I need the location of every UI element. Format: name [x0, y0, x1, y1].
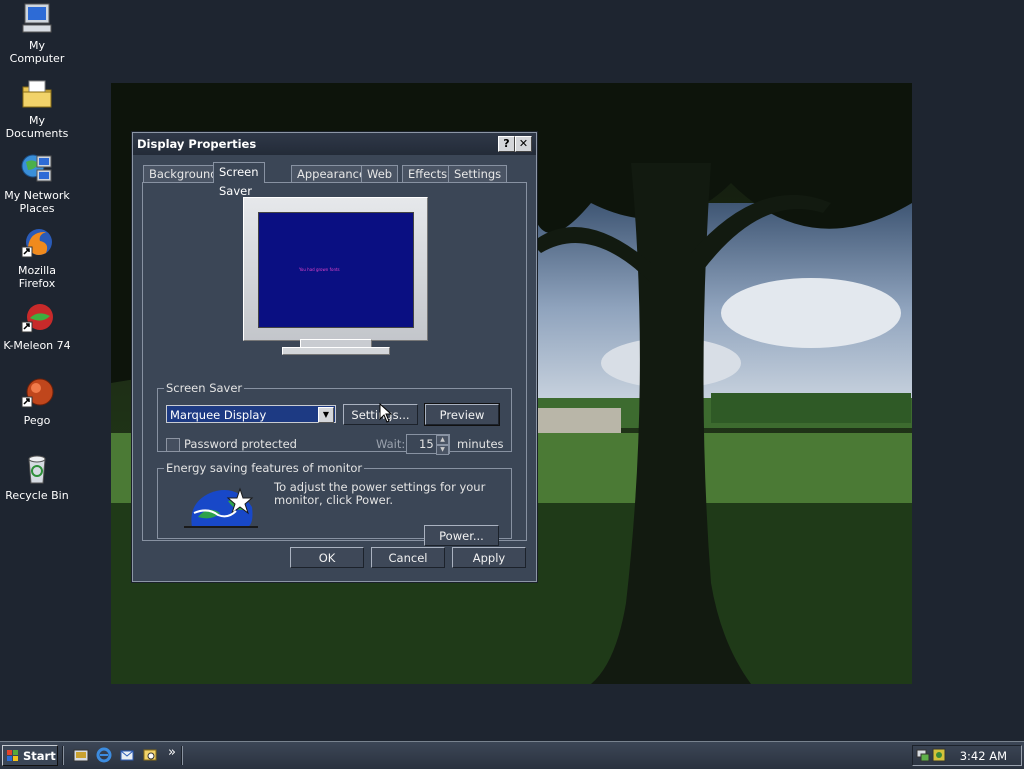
- desktop-icon-my-documents[interactable]: My Documents: [0, 77, 74, 140]
- minutes-label: minutes: [457, 437, 504, 451]
- taskbar: Start » 3:42 AM: [0, 741, 1024, 769]
- desktop-icon-label: My Documents: [5, 114, 69, 140]
- dialog-titlebar[interactable]: Display Properties ? ✕: [133, 133, 536, 155]
- power-button[interactable]: Power...: [424, 525, 499, 546]
- close-button[interactable]: ✕: [515, 136, 532, 152]
- tab-background[interactable]: Background: [143, 165, 224, 183]
- wait-value: 15: [419, 437, 434, 451]
- start-label: Start: [23, 749, 56, 763]
- network-tray-icon[interactable]: [916, 748, 930, 762]
- show-desktop-icon[interactable]: [73, 747, 89, 763]
- screen-saver-select[interactable]: Marquee Display ▼: [166, 405, 336, 423]
- preview-marquee-text: You had grown fonts: [299, 267, 340, 272]
- wait-spin-buttons[interactable]: ▲ ▼: [436, 435, 449, 455]
- start-button[interactable]: Start: [2, 745, 58, 766]
- help-button[interactable]: ?: [498, 136, 515, 152]
- preview-button[interactable]: Preview: [425, 404, 499, 425]
- network-places-icon: [20, 152, 54, 186]
- apply-button[interactable]: Apply: [452, 547, 526, 568]
- volume-tray-icon[interactable]: [932, 748, 946, 762]
- monitor-preview: You had grown fonts: [243, 197, 428, 341]
- dialog-title: Display Properties: [137, 137, 257, 151]
- screen-saver-group-label: Screen Saver: [166, 381, 243, 395]
- taskbar-separator: [181, 746, 183, 765]
- preview-screen: You had grown fonts: [258, 212, 414, 328]
- spin-down-icon[interactable]: ▼: [436, 445, 449, 455]
- firefox-icon: [20, 227, 54, 261]
- desktop-icon-my-network-places[interactable]: My Network Places: [0, 152, 74, 215]
- display-properties-dialog: Display Properties ? ✕ Background Screen…: [132, 132, 537, 582]
- desktop-icon-label: Pego: [23, 414, 51, 427]
- tab-screen-saver[interactable]: Screen Saver: [213, 162, 265, 198]
- energy-description: To adjust the power settings for your mo…: [274, 480, 486, 507]
- desktop-icon-k-meleon[interactable]: K-Meleon 74: [0, 302, 74, 352]
- tab-appearance[interactable]: Appearance: [291, 165, 373, 183]
- desktop-icon-label: My Computer: [9, 39, 65, 65]
- desktop-icon-mozilla-firefox[interactable]: Mozilla Firefox: [0, 227, 74, 290]
- cancel-button[interactable]: Cancel: [371, 547, 445, 568]
- internet-explorer-icon[interactable]: [96, 747, 112, 763]
- screen-saver-group: Screen Saver Marquee Display ▼ Settings.…: [157, 381, 512, 455]
- pego-icon: [20, 377, 54, 411]
- tab-web[interactable]: Web: [361, 165, 399, 183]
- recycle-bin-icon: [20, 452, 54, 486]
- screen-saver-tab-panel: You had grown fonts Screen Saver Marquee…: [142, 182, 527, 546]
- desktop-icon-label: Recycle Bin: [5, 489, 69, 502]
- windows-logo-icon: [7, 750, 18, 761]
- taskbar-clock[interactable]: 3:42 AM: [960, 749, 1007, 763]
- k-meleon-icon: [20, 302, 54, 336]
- monitor-base: [282, 347, 390, 355]
- wait-label: Wait:: [376, 437, 406, 451]
- tab-settings[interactable]: Settings: [448, 165, 508, 183]
- energy-group-label: Energy saving features of monitor: [166, 461, 363, 475]
- password-protected-label: Password protected: [184, 437, 297, 451]
- explorer-search-icon[interactable]: [142, 747, 158, 763]
- quick-launch-more-button[interactable]: »: [168, 745, 176, 760]
- desktop-icon-label: My Network Places: [4, 189, 70, 215]
- wait-stepper[interactable]: 15 ▲ ▼: [406, 434, 450, 455]
- password-protected-checkbox[interactable]: [166, 438, 180, 452]
- tab-effects[interactable]: Effects: [402, 165, 454, 183]
- outlook-express-icon[interactable]: [119, 747, 135, 763]
- system-tray: 3:42 AM: [912, 745, 1022, 766]
- energy-saving-group: Energy saving features of monitor To adj…: [157, 461, 512, 546]
- desktop-icon-my-computer[interactable]: My Computer: [0, 2, 74, 65]
- spin-up-icon[interactable]: ▲: [436, 435, 449, 445]
- desktop-icon-pego[interactable]: Pego: [0, 377, 74, 427]
- desktop-icon-label: Mozilla Firefox: [18, 264, 56, 290]
- ok-button[interactable]: OK: [290, 547, 364, 568]
- screen-saver-selected: Marquee Display: [170, 408, 267, 422]
- desktop-icon-label: K-Meleon 74: [3, 339, 71, 352]
- computer-icon: [20, 2, 54, 36]
- desktop-icon-recycle-bin[interactable]: Recycle Bin: [0, 452, 74, 502]
- taskbar-separator: [62, 746, 64, 765]
- documents-folder-icon: [20, 77, 54, 111]
- mouse-cursor-icon: [379, 403, 393, 423]
- energy-star-logo-icon: [184, 487, 258, 528]
- chevron-down-icon[interactable]: ▼: [318, 407, 334, 423]
